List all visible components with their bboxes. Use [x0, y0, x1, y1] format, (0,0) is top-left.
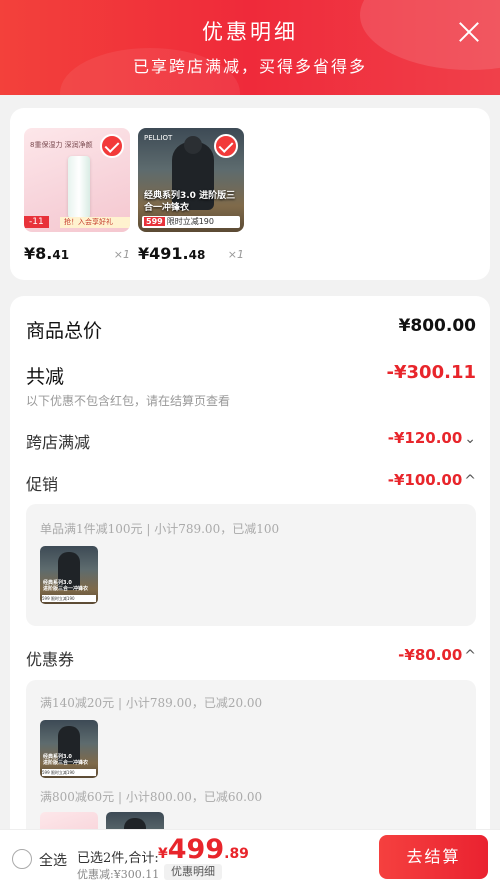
product-item[interactable]: 8重保湿力 深润净颜 -11 抢！入会享好礼 ¥8.41 ×1: [24, 128, 130, 263]
saved-amount: 优惠减:¥300.11: [77, 868, 160, 881]
product-image[interactable]: 8重保湿力 深润净颜 -11 抢！入会享好礼: [24, 128, 130, 232]
discount-detail-header: 优惠明细 已享跨店满减，买得多省得多: [0, 0, 500, 95]
product-image-text: 8重保湿力 深润净颜: [30, 141, 93, 149]
total-price-row: 商品总价 ¥800.00: [26, 316, 476, 342]
chevron-down-icon[interactable]: ⌄: [464, 431, 476, 447]
total-price-label: 商品总价: [26, 320, 103, 342]
coupon-label: 优惠券: [26, 650, 75, 669]
cross-store-label: 跨店满减: [26, 433, 91, 452]
total-reduce-label: 共减: [26, 366, 65, 388]
cross-store-value[interactable]: -¥120.00 ⌄: [388, 429, 476, 447]
coupon-value[interactable]: -¥80.00 ^: [398, 646, 476, 664]
brand-logo: PELLIOT: [144, 134, 173, 142]
product-price: ¥8.41: [24, 244, 70, 263]
coupon-row[interactable]: 优惠券 -¥80.00 ^: [26, 646, 476, 669]
cross-store-row[interactable]: 跨店满减 -¥120.00 ⌄: [26, 429, 476, 452]
page-subtitle: 已享跨店满减，买得多省得多: [132, 57, 367, 76]
check-icon[interactable]: [100, 134, 124, 158]
coupon-product-thumb[interactable]: 经典系列3.0 进阶版三合一冲锋衣 599 限时立减190: [40, 720, 98, 778]
product-badge: -11: [24, 216, 49, 228]
cleanser-tube-graphic: [68, 156, 90, 228]
coupon-detail-text: 满800减60元 | 小计800.00，已减60.00: [40, 790, 263, 804]
promo-product-thumb[interactable]: 经典系列3.0 进阶版三合一冲锋衣 599 限时立减190: [40, 546, 98, 604]
discount-summary-card: 商品总价 ¥800.00 共减 -¥300.11 以下优惠不包含红包，请在结算页…: [10, 296, 490, 856]
discount-detail-button[interactable]: 优惠明细: [164, 864, 222, 880]
product-image[interactable]: PELLIOT 经典系列3.0 进阶版三合一冲锋衣 599 限时立减190: [138, 128, 244, 232]
product-image-text: 经典系列3.0 进阶版三合一冲锋衣: [144, 191, 236, 213]
chevron-up-icon[interactable]: ^: [464, 473, 476, 489]
total-reduce-value: -¥300.11: [386, 362, 476, 383]
select-all-label[interactable]: 全选: [39, 850, 67, 870]
page-title: 优惠明细: [202, 20, 298, 44]
selected-total-label: 已选2件,合计:: [77, 851, 159, 866]
selected-total-amount: ¥499.89: [158, 834, 249, 865]
checkout-bar: 全选 已选2件,合计: ¥499.89 优惠减:¥300.11 优惠明细 去结算: [0, 829, 500, 881]
close-icon[interactable]: [458, 21, 480, 43]
product-item[interactable]: PELLIOT 经典系列3.0 进阶版三合一冲锋衣 599 限时立减190 ¥49…: [138, 128, 244, 263]
promo-label: 促销: [26, 475, 59, 494]
coupon-detail-text: 满140减20元 | 小计789.00，已减20.00: [40, 696, 263, 710]
total-reduce-row: 共减 -¥300.11: [26, 362, 476, 388]
reduce-note: 以下优惠不包含红包，请在结算页查看: [26, 394, 231, 408]
promo-value[interactable]: -¥100.00 ^: [388, 471, 476, 489]
selected-products-card: 8重保湿力 深润净颜 -11 抢！入会享好礼 ¥8.41 ×1 PELLIOT …: [10, 108, 490, 280]
product-banner: 抢！入会享好礼: [60, 217, 130, 228]
chevron-up-icon[interactable]: ^: [464, 648, 476, 664]
product-banner: 599 限时立减190: [142, 216, 240, 228]
check-icon[interactable]: [214, 134, 238, 158]
promo-detail-box: 单品满1件减100元 | 小计789.00，已减100 经典系列3.0 进阶版三合…: [26, 504, 476, 626]
product-quantity: ×1: [227, 248, 244, 261]
product-price: ¥491.48: [138, 244, 206, 263]
promo-detail-text: 单品满1件减100元 | 小计789.00，已减100: [40, 522, 280, 536]
promo-row[interactable]: 促销 -¥100.00 ^: [26, 471, 476, 494]
total-price-value: ¥800.00: [398, 316, 476, 336]
product-quantity: ×1: [113, 248, 130, 261]
checkout-button[interactable]: 去结算: [379, 835, 488, 879]
select-all-radio[interactable]: [12, 849, 32, 869]
